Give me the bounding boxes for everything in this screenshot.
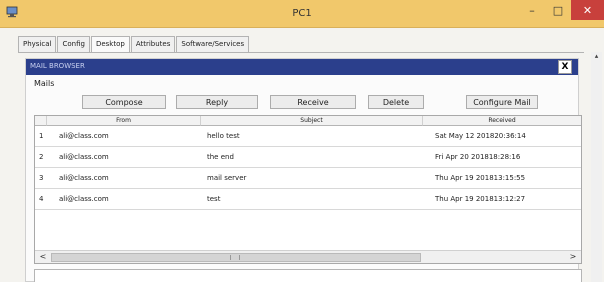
row-from: ali@class.com — [59, 132, 109, 140]
window-titlebar: PC1 – □ ✕ — [0, 0, 604, 28]
row-received: Fri Apr 20 201818:28:16 — [435, 153, 521, 161]
mails-label: Mails — [34, 79, 55, 88]
row-received: Sat May 12 201820:36:14 — [435, 132, 526, 140]
mail-preview-pane[interactable] — [34, 269, 582, 282]
tab-attributes[interactable]: Attributes — [130, 36, 176, 52]
column-header-received[interactable]: Received — [423, 116, 581, 126]
mail-list: From Subject Received 1 ali@class.com he… — [34, 115, 582, 264]
row-received: Thu Apr 19 201813:12:27 — [435, 195, 526, 203]
row-subject: the end — [207, 153, 234, 161]
mail-row[interactable]: 3 ali@class.com mail server Thu Apr 19 2… — [35, 168, 581, 189]
scrollbar-thumb[interactable] — [51, 253, 421, 262]
window-title: PC1 — [292, 8, 312, 19]
mail-row[interactable]: 2 ali@class.com the end Fri Apr 20 20181… — [35, 147, 581, 168]
row-index: 1 — [39, 132, 44, 140]
window-content: Physical Config Desktop Attributes Softw… — [0, 28, 604, 282]
row-from: ali@class.com — [59, 153, 109, 161]
mail-browser-close-button[interactable]: X — [558, 60, 572, 74]
row-subject: hello test — [207, 132, 240, 140]
column-header-subject[interactable]: Subject — [201, 116, 423, 126]
compose-button[interactable]: Compose — [82, 95, 166, 109]
delete-button[interactable]: Delete — [368, 95, 424, 109]
mail-browser-header: MAIL BROWSER X — [26, 59, 578, 75]
row-index: 2 — [39, 153, 44, 161]
mail-row[interactable]: 4 ali@class.com test Thu Apr 19 201813:1… — [35, 189, 581, 210]
row-subject: mail server — [207, 174, 247, 182]
mail-browser-title: MAIL BROWSER — [30, 62, 85, 70]
minimize-button[interactable]: – — [519, 0, 545, 20]
row-from: ali@class.com — [59, 195, 109, 203]
maximize-button[interactable]: □ — [545, 0, 571, 20]
tab-config[interactable]: Config — [57, 36, 90, 52]
row-from: ali@class.com — [59, 174, 109, 182]
vertical-scrollbar[interactable]: ▴ — [591, 52, 602, 282]
row-received: Thu Apr 19 201813:15:55 — [435, 174, 526, 182]
scroll-right-arrow-icon[interactable]: > — [567, 252, 579, 263]
receive-button[interactable]: Receive — [270, 95, 356, 109]
scroll-left-arrow-icon[interactable]: < — [37, 252, 49, 263]
scroll-up-arrow-icon[interactable]: ▴ — [591, 52, 602, 60]
tab-bar: Physical Config Desktop Attributes Softw… — [18, 36, 250, 53]
tab-desktop[interactable]: Desktop — [90, 36, 130, 53]
column-header-index — [35, 116, 47, 126]
configure-mail-button[interactable]: Configure Mail — [466, 95, 538, 109]
reply-button[interactable]: Reply — [176, 95, 258, 109]
tab-divider — [18, 52, 584, 53]
tab-physical[interactable]: Physical — [18, 36, 57, 52]
mail-row[interactable]: 1 ali@class.com hello test Sat May 12 20… — [35, 126, 581, 147]
mail-browser-panel: MAIL BROWSER X Mails Compose Reply Recei… — [25, 58, 582, 282]
row-subject: test — [207, 195, 221, 203]
row-index: 4 — [39, 195, 44, 203]
horizontal-scrollbar[interactable]: < > — [35, 250, 581, 263]
scrollbar-grip-icon — [230, 255, 240, 260]
row-index: 3 — [39, 174, 44, 182]
close-window-button[interactable]: ✕ — [571, 0, 604, 20]
column-header-from[interactable]: From — [47, 116, 201, 126]
tab-software-services[interactable]: Software/Services — [176, 36, 250, 52]
